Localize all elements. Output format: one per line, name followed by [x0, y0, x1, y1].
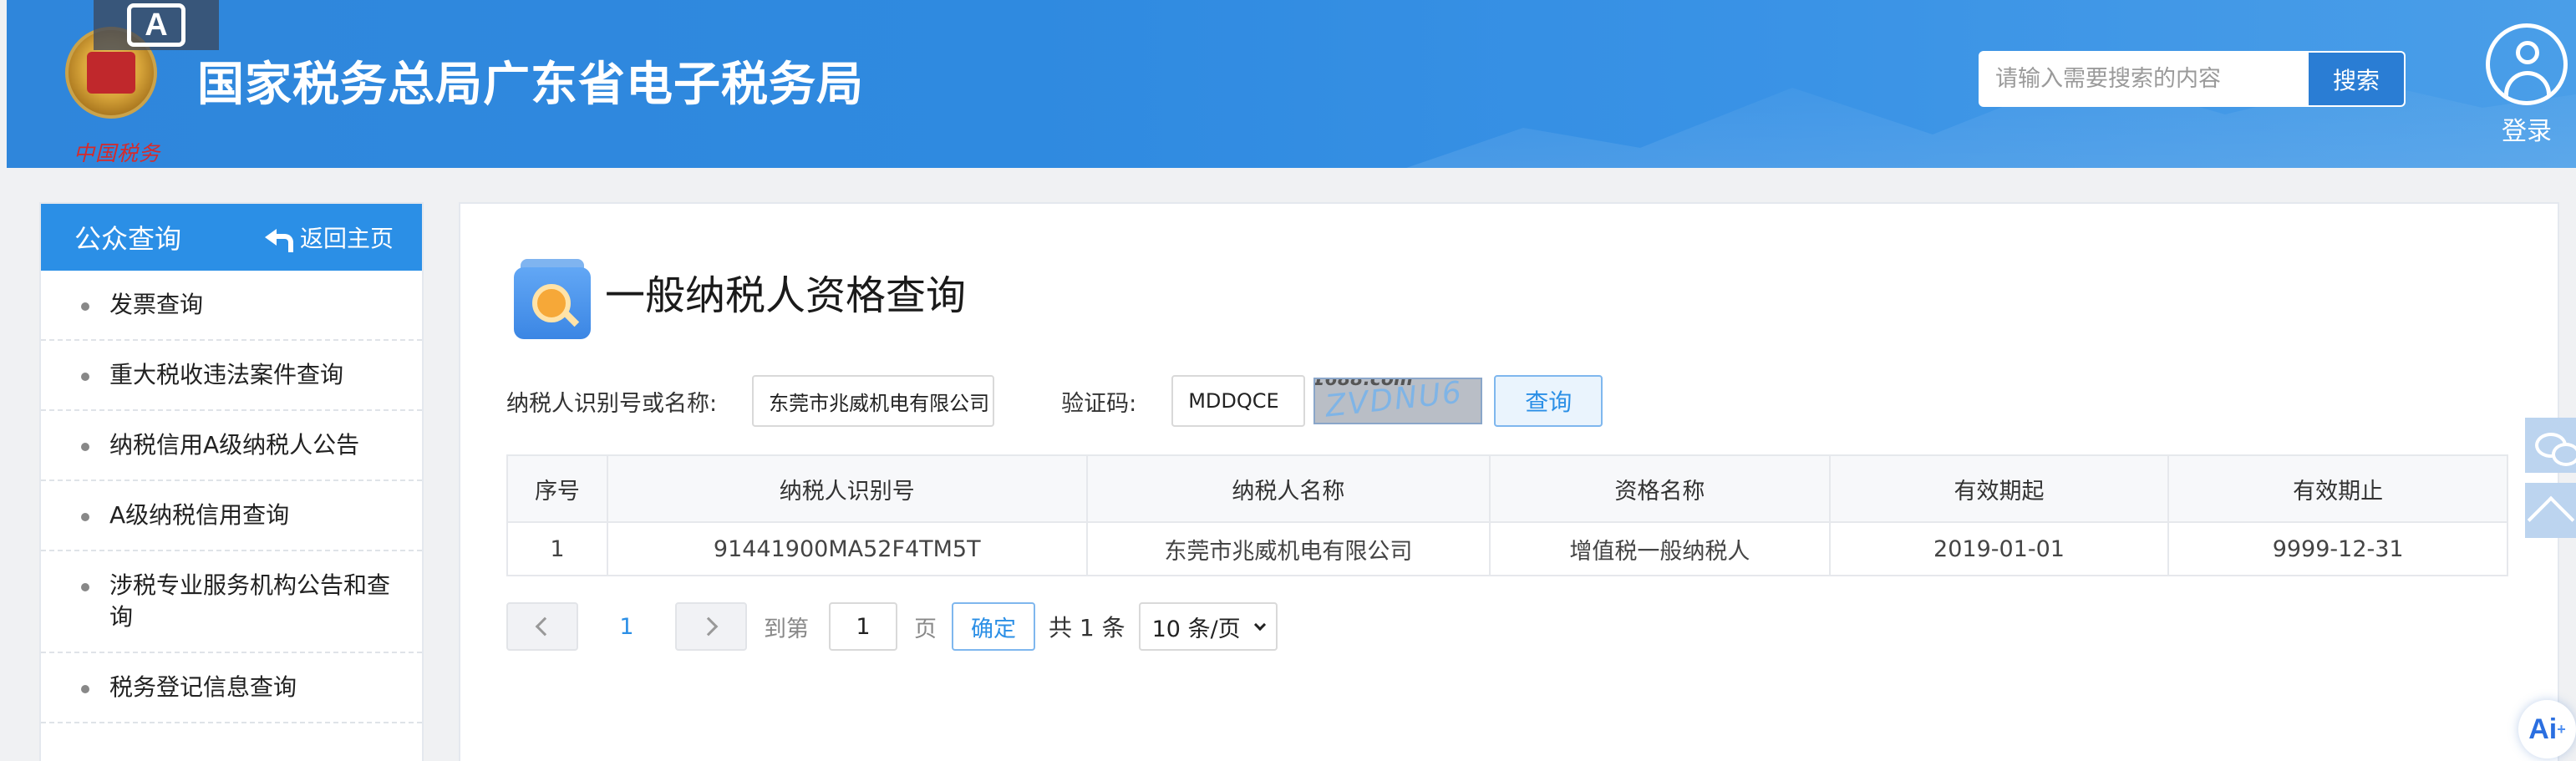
main-panel: 一般纳税人资格查询 纳税人识别号或名称: 东莞市兆威机电有限公司 验证码: MD… [459, 202, 2559, 761]
sidebar-item-label: 税务登记信息查询 [109, 673, 297, 701]
wechat-icon [2534, 433, 2576, 466]
page-size-select[interactable]: 10 条/页 [1138, 602, 1278, 651]
header-taxpayer-name: 纳税人名称 [1085, 454, 1491, 523]
header-valid-to: 有效期止 [2167, 454, 2508, 523]
sidebar: 公众查询 返回主页 发票查询 重大税收违法案件查询 纳税信用A级纳税人公告 A级… [39, 202, 424, 761]
accessibility-a-icon: A [127, 3, 185, 47]
prev-page-button[interactable] [506, 602, 578, 651]
captcha-watermark: 1688.com [1313, 378, 1413, 390]
ai-sup: + [2557, 720, 2566, 738]
sidebar-item-tax-registration-query[interactable]: 税务登记信息查询 [41, 653, 422, 723]
bullet-icon [81, 685, 89, 693]
cell-valid-from: 2019-01-01 [1828, 521, 2170, 576]
goto-confirm-button[interactable]: 确定 [952, 602, 1035, 651]
sidebar-item-tax-service-agency[interactable]: 涉税专业服务机构公告和查询 [41, 551, 422, 653]
header-valid-from: 有效期起 [1828, 454, 2170, 523]
accessibility-badge[interactable]: A [94, 0, 219, 50]
search-input[interactable] [1979, 51, 2309, 107]
captcha-image[interactable]: ZVDNU6 1688.com [1313, 378, 1483, 424]
search-doc-icon [514, 259, 591, 339]
bullet-icon [81, 583, 89, 591]
taxpayer-input[interactable]: 东莞市兆威机电有限公司 [752, 375, 995, 427]
goto-prefix: 到第 [764, 616, 809, 642]
ai-label: Ai [2528, 713, 2558, 745]
goto-page-input[interactable] [829, 602, 897, 651]
sidebar-title: 公众查询 [74, 223, 182, 255]
site-title[interactable]: 国家税务总局广东省电子税务局 [197, 47, 864, 114]
search-button[interactable]: 搜索 [2309, 51, 2406, 107]
login-label: 登录 [2502, 117, 2552, 146]
cell-taxpayer-id: 91441900MA52F4TM5T [606, 521, 1088, 576]
back-home-link[interactable]: 返回主页 [264, 221, 394, 254]
table-header-row: 序号 纳税人识别号 纳税人名称 资格名称 有效期起 有效期止 [506, 454, 2508, 523]
sidebar-item-label: 纳税信用A级纳税人公告 [109, 431, 360, 459]
chevron-left-icon [535, 616, 555, 637]
site-header: 中国税务 A 国家税务总局广东省电子税务局 搜索 登录 [7, 0, 2576, 168]
captcha-label: 验证码: [1061, 390, 1137, 417]
taxpayer-label: 纳税人识别号或名称: [506, 390, 718, 417]
header-search: 搜索 [1979, 51, 2406, 107]
bullet-icon [81, 513, 89, 521]
sidebar-item-invoice-query[interactable]: 发票查询 [41, 271, 422, 341]
emblem-center [87, 52, 135, 94]
user-avatar-icon [2486, 23, 2568, 105]
cell-index: 1 [506, 521, 608, 576]
bullet-icon [81, 373, 89, 381]
cell-qualification: 增值税一般纳税人 [1489, 521, 1831, 576]
header-index: 序号 [506, 454, 608, 523]
chevron-down-icon [1253, 618, 1266, 631]
login-button[interactable]: 登录 [2485, 23, 2568, 147]
sidebar-item-major-violation-query[interactable]: 重大税收违法案件查询 [41, 341, 422, 411]
bullet-icon [81, 302, 89, 311]
sidebar-item-label: 发票查询 [109, 291, 204, 318]
header-qualification: 资格名称 [1489, 454, 1831, 523]
header-taxpayer-id: 纳税人识别号 [606, 454, 1088, 523]
back-to-top-button[interactable] [2525, 483, 2576, 544]
results-table: 序号 纳税人识别号 纳税人名称 资格名称 有效期起 有效期止 1 9144190… [506, 454, 2508, 576]
cell-valid-to: 9999-12-31 [2167, 521, 2508, 576]
page-title: 一般纳税人资格查询 [605, 272, 967, 319]
cell-taxpayer-name: 东莞市兆威机电有限公司 [1085, 521, 1491, 576]
query-button[interactable]: 查询 [1494, 375, 1603, 427]
ai-assistant-button[interactable]: Ai + [2518, 700, 2576, 758]
sidebar-item-label: 涉税专业服务机构公告和查询 [109, 571, 391, 631]
table-row: 1 91441900MA52F4TM5T 东莞市兆威机电有限公司 增值税一般纳税… [506, 521, 2508, 576]
sidebar-header: 公众查询 返回主页 [41, 204, 422, 271]
goto-suffix: 页 [914, 616, 937, 642]
sidebar-item-a-credit-announcement[interactable]: 纳税信用A级纳税人公告 [41, 411, 422, 481]
query-form: 纳税人识别号或名称: 东莞市兆威机电有限公司 验证码: MDDQCE ZVDNU… [506, 374, 1603, 428]
back-arrow-icon [264, 227, 293, 252]
page-number-current[interactable]: 1 [578, 614, 675, 640]
captcha-input[interactable]: MDDQCE [1171, 375, 1306, 427]
next-page-button[interactable] [675, 602, 747, 651]
sidebar-item-label: A级纳税信用查询 [109, 501, 290, 529]
total-count: 共 1 条 [1049, 614, 1125, 642]
page-size-value: 10 条/页 [1151, 616, 1241, 642]
sidebar-item-label: 重大税收违法案件查询 [109, 361, 344, 388]
emblem-subtext: 中国税务 [74, 141, 161, 165]
back-to-top-icon [2527, 495, 2574, 544]
sidebar-item-a-credit-query[interactable]: A级纳税信用查询 [41, 481, 422, 551]
bullet-icon [81, 443, 89, 451]
pagination: 1 到第 页 确定 共 1 条 10 条/页 [506, 601, 1278, 652]
chevron-right-icon [699, 616, 719, 637]
back-home-label: 返回主页 [299, 225, 394, 252]
sidebar-menu: 发票查询 重大税收违法案件查询 纳税信用A级纳税人公告 A级纳税信用查询 涉税专… [41, 271, 422, 723]
wechat-float-button[interactable] [2525, 418, 2576, 473]
